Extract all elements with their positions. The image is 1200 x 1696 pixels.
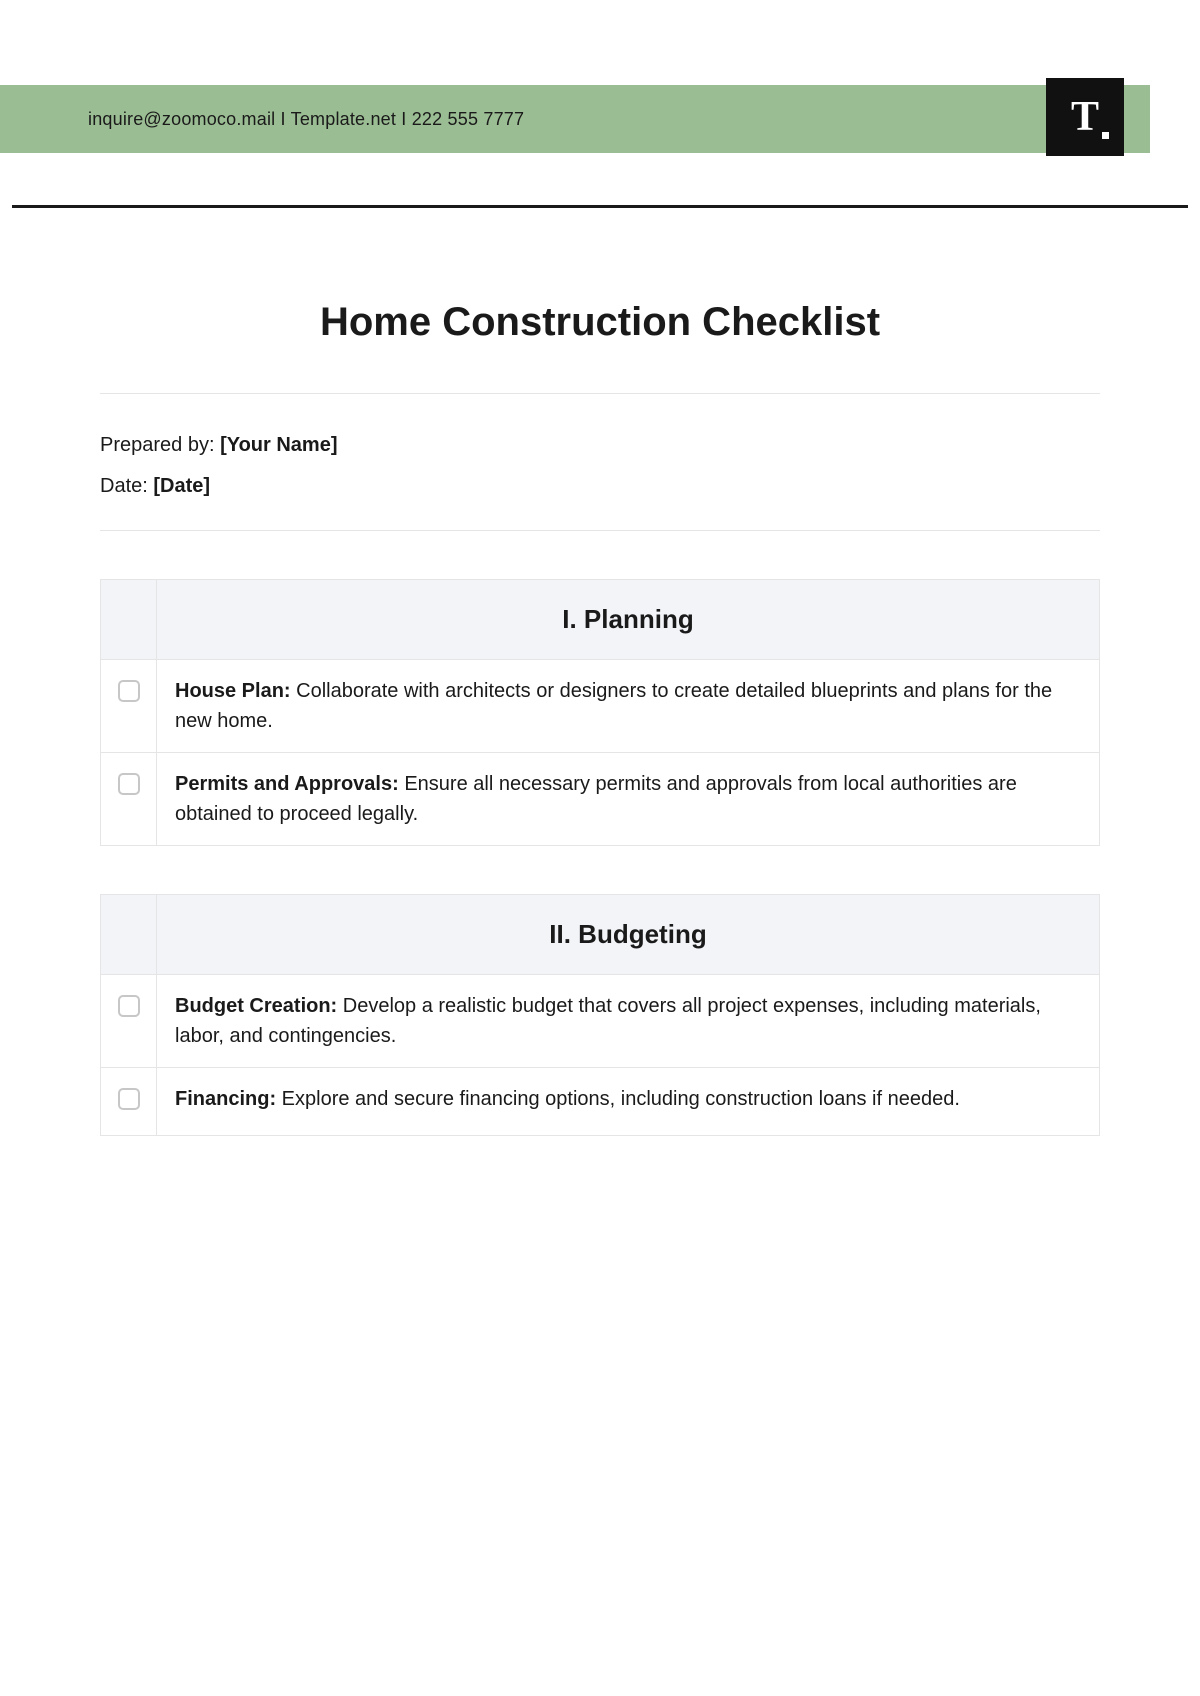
checklist-row: Permits and Approvals: Ensure all necess… (101, 753, 1100, 846)
checklist-item: House Plan: Collaborate with architects … (157, 660, 1100, 753)
checklist-row: House Plan: Collaborate with architects … (101, 660, 1100, 753)
top-horizontal-rule (12, 205, 1188, 208)
meta-block: Prepared by: [Your Name] Date: [Date] (100, 434, 1100, 498)
checkbox-icon[interactable] (118, 773, 140, 795)
item-label: House Plan: (175, 680, 291, 702)
document-content: Home Construction Checklist Prepared by:… (100, 300, 1100, 1136)
divider (100, 530, 1100, 531)
checkbox-icon[interactable] (118, 680, 140, 702)
header-bar: inquire@zoomoco.mail I Template.net I 22… (0, 85, 1150, 153)
document-title: Home Construction Checklist (100, 300, 1100, 345)
section-heading: I. Planning (157, 580, 1100, 660)
section-planning: I. Planning House Plan: Collaborate with… (100, 579, 1100, 846)
logo-letter: T (1071, 96, 1099, 138)
checkbox-column-head (101, 895, 157, 975)
checklist-row: Financing: Explore and secure financing … (101, 1068, 1100, 1136)
prepared-by-label: Prepared by: (100, 434, 220, 456)
checklist-item: Permits and Approvals: Ensure all necess… (157, 753, 1100, 846)
item-text: Collaborate with architects or designers… (175, 680, 1052, 732)
section-budgeting: II. Budgeting Budget Creation: Develop a… (100, 894, 1100, 1136)
checkbox-icon[interactable] (118, 995, 140, 1017)
date-label: Date: (100, 475, 153, 497)
date-line: Date: [Date] (100, 475, 1100, 498)
prepared-by-line: Prepared by: [Your Name] (100, 434, 1100, 457)
date-value[interactable]: [Date] (153, 475, 210, 497)
item-label: Budget Creation: (175, 995, 337, 1017)
logo-dot-icon (1102, 132, 1109, 139)
section-heading: II. Budgeting (157, 895, 1100, 975)
prepared-by-value[interactable]: [Your Name] (220, 434, 337, 456)
checklist-row: Budget Creation: Develop a realistic bud… (101, 975, 1100, 1068)
brand-logo: T (1046, 78, 1124, 156)
header-contact: inquire@zoomoco.mail I Template.net I 22… (88, 109, 524, 130)
item-label: Financing: (175, 1088, 276, 1110)
item-text: Explore and secure financing options, in… (276, 1088, 960, 1110)
checklist-item: Financing: Explore and secure financing … (157, 1068, 1100, 1136)
item-label: Permits and Approvals: (175, 773, 399, 795)
divider (100, 393, 1100, 394)
checkbox-column-head (101, 580, 157, 660)
checkbox-icon[interactable] (118, 1088, 140, 1110)
checklist-item: Budget Creation: Develop a realistic bud… (157, 975, 1100, 1068)
